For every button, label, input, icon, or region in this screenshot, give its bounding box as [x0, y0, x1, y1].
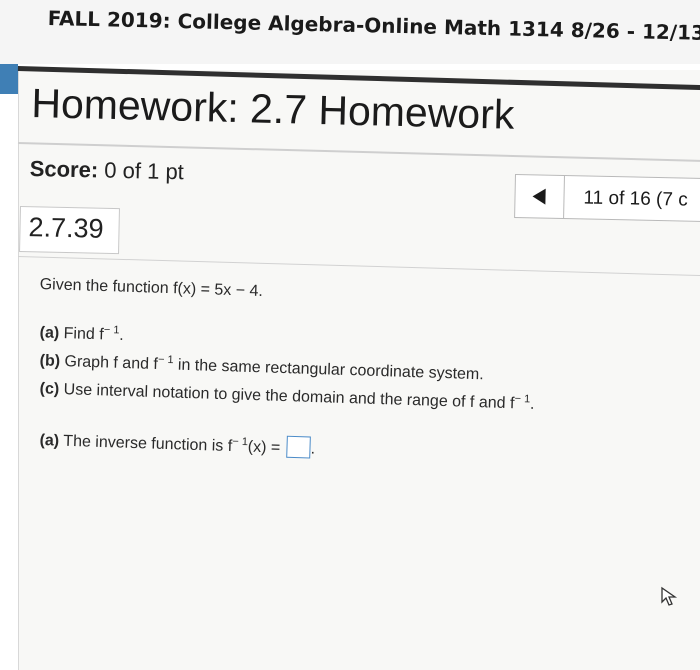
- mouse-pointer-icon: [661, 586, 678, 606]
- problem-number: 2.7.39: [28, 212, 104, 244]
- part-c-label: (c): [39, 380, 60, 398]
- inverse-superscript: − 1: [514, 392, 531, 406]
- part-a-text: Find f: [63, 325, 104, 344]
- period: .: [118, 326, 124, 344]
- score-display: Score: 0 of 1 pt: [29, 156, 184, 185]
- course-header: FALL 2019: College Algebra-Online Math 1…: [0, 0, 700, 64]
- answer-part-label: (a): [39, 431, 60, 450]
- left-triangle-icon: [532, 188, 546, 205]
- question-progress: 11 of 16 (7 c: [583, 187, 688, 211]
- score-value: 0 of 1 pt: [104, 157, 185, 185]
- part-b-text-1: Graph f and f: [64, 353, 159, 374]
- problem-number-box: 2.7.39: [19, 206, 120, 255]
- part-a-instruction: (a) Find f− 1.: [39, 322, 124, 345]
- answer-text-2: (x) =: [247, 438, 281, 457]
- score-label: Score:: [29, 156, 99, 183]
- inverse-superscript: − 1: [103, 324, 120, 337]
- previous-question-button[interactable]: [515, 175, 565, 219]
- part-a-label: (a): [39, 324, 60, 342]
- inverse-superscript: − 1: [157, 353, 174, 367]
- part-b-label: (b): [39, 352, 61, 370]
- inverse-superscript: − 1: [232, 435, 249, 449]
- course-title: FALL 2019: College Algebra-Online Math 1…: [47, 6, 700, 45]
- left-accent-bar: [0, 64, 18, 94]
- period: .: [310, 440, 316, 458]
- period: .: [529, 395, 535, 413]
- question-navigator: 11 of 16 (7 c: [514, 174, 700, 223]
- inverse-function-answer-input[interactable]: [286, 435, 312, 459]
